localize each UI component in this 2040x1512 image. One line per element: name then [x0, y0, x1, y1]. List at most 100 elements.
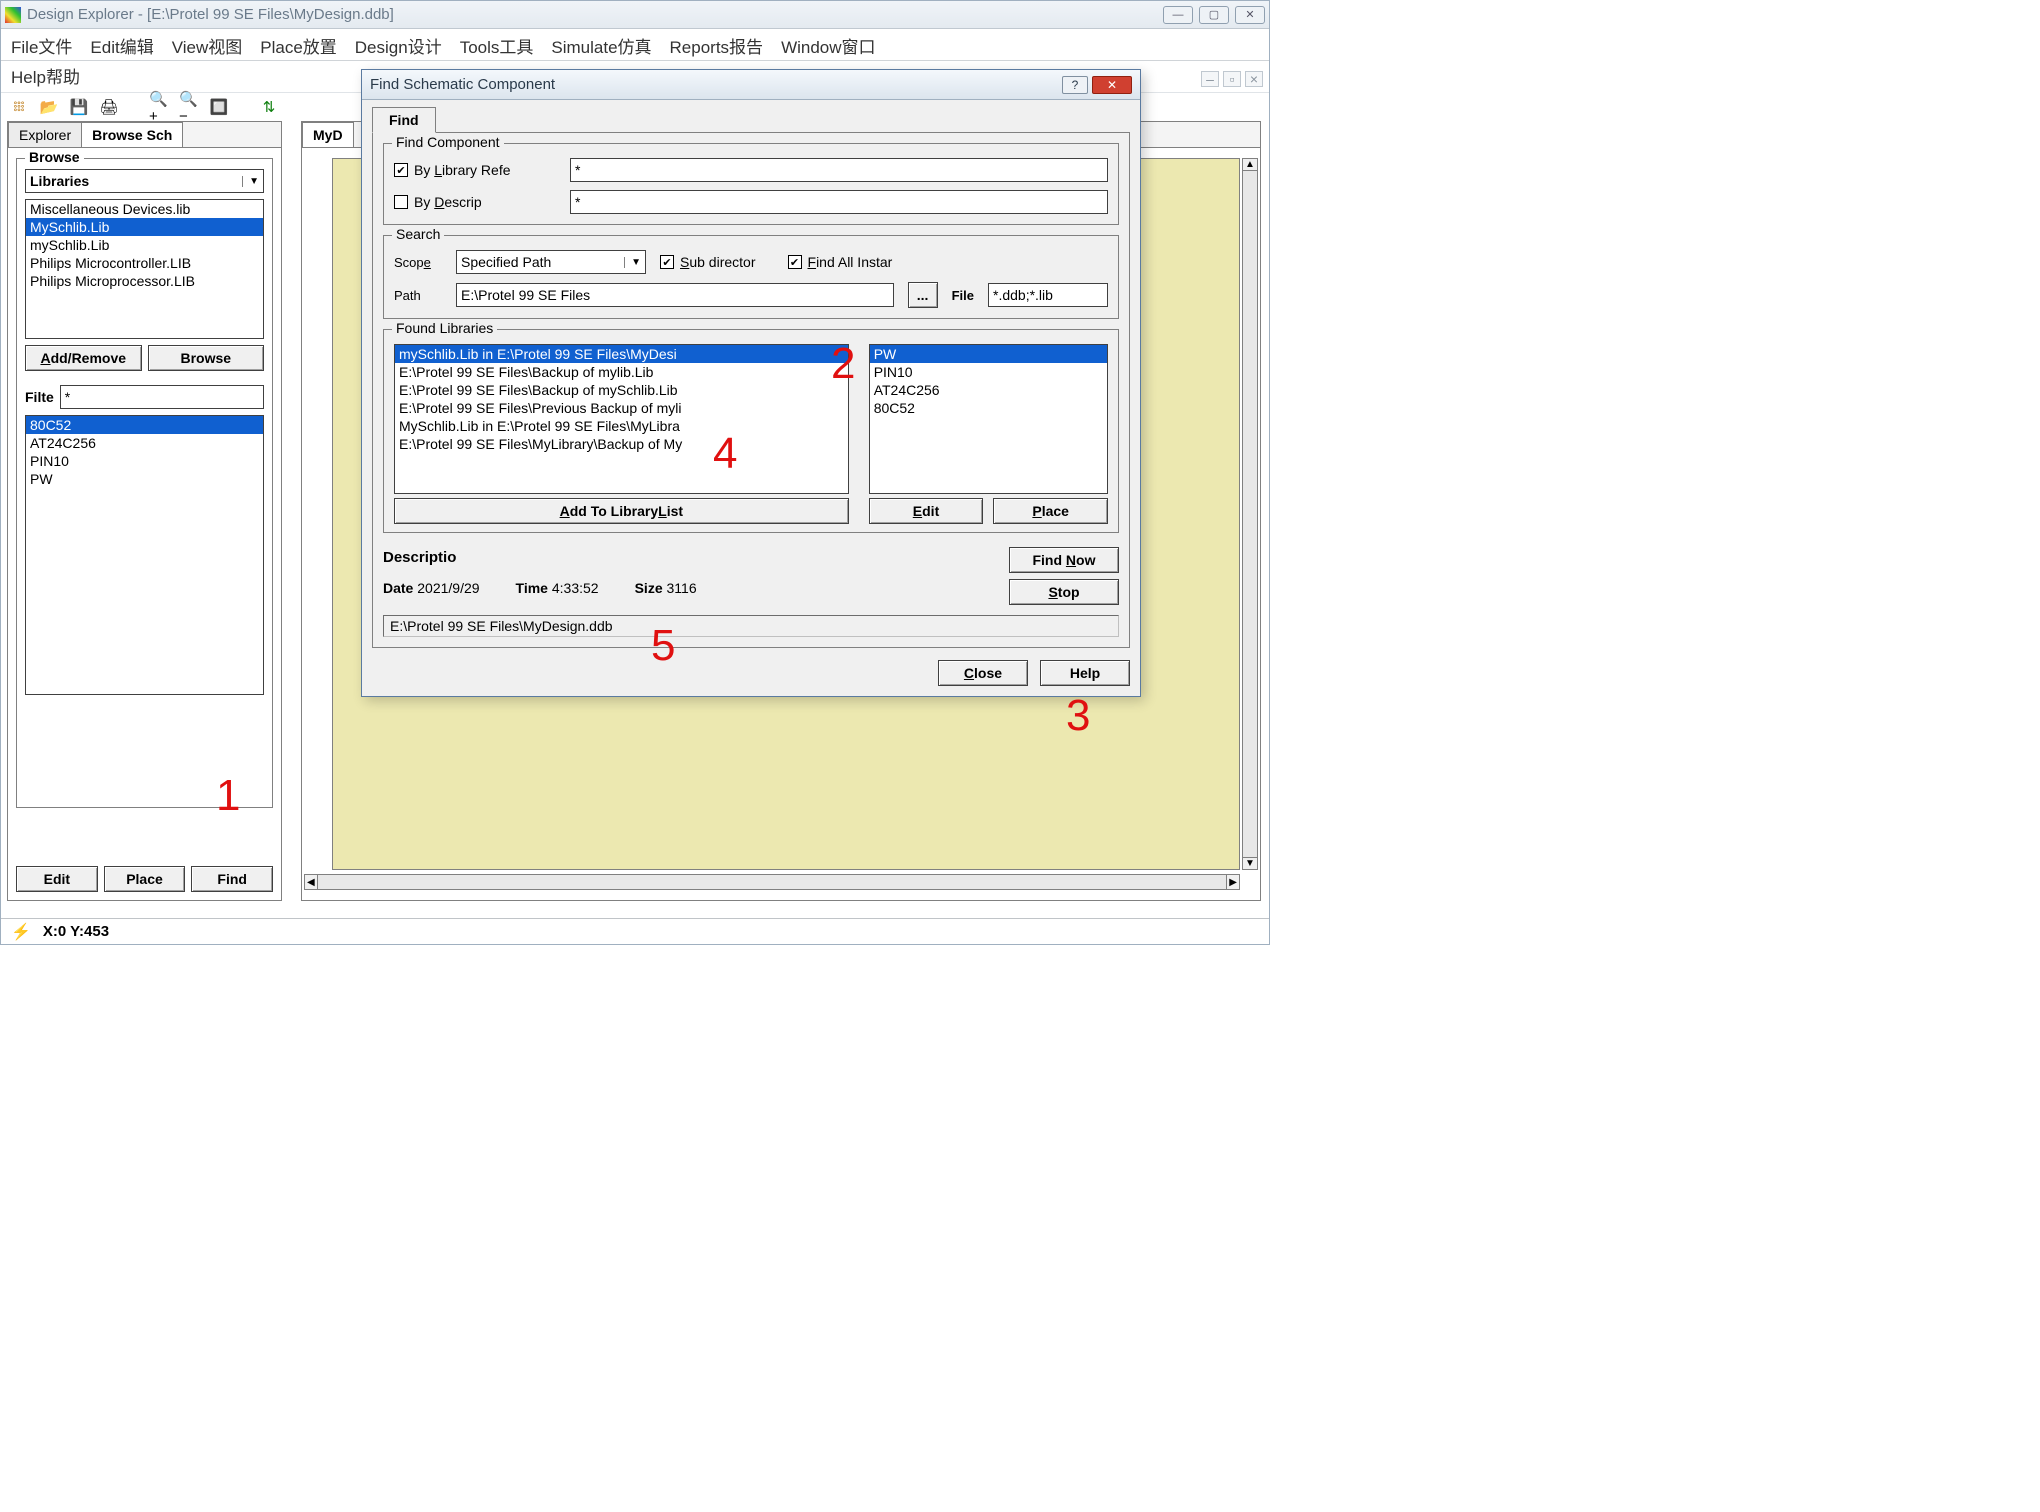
vertical-scrollbar[interactable]	[1242, 158, 1258, 870]
mdi-close-button[interactable]: ×	[1245, 71, 1263, 87]
dialog-status-line: E:\Protel 99 SE Files\MyDesign.ddb	[383, 615, 1119, 637]
sub-dir-checkbox[interactable]	[660, 255, 674, 269]
list-item[interactable]: Philips Microprocessor.LIB	[26, 272, 263, 290]
list-item[interactable]: E:\Protel 99 SE Files\MyLibrary\Backup o…	[395, 435, 848, 453]
save-icon[interactable]: 💾	[69, 97, 89, 117]
find-now-button[interactable]: Find Now	[1009, 547, 1119, 573]
scope-select[interactable]: Specified Path ▼	[456, 250, 646, 274]
titlebar: Design Explorer - [E:\Protel 99 SE Files…	[1, 1, 1269, 29]
list-item[interactable]: mySchlib.Lib	[26, 236, 263, 254]
list-item[interactable]: PW	[870, 345, 1107, 363]
add-to-library-list-button[interactable]: Add To Library List	[394, 498, 849, 524]
close-button[interactable]: ✕	[1235, 6, 1265, 24]
list-item[interactable]: 80C52	[26, 416, 263, 434]
filter-label: Filte	[25, 389, 54, 405]
menu-help[interactable]: Help帮助	[11, 68, 80, 87]
horizontal-scrollbar[interactable]	[304, 874, 1240, 890]
tree-icon[interactable]: 𐄡	[9, 97, 29, 117]
list-item[interactable]: mySchlib.Lib in E:\Protel 99 SE Files\My…	[395, 345, 848, 363]
updown-icon[interactable]: ⇅	[259, 97, 279, 117]
search-legend: Search	[392, 226, 444, 242]
sub-dir-label: Sub director	[680, 254, 756, 270]
mdi-restore-button[interactable]: ▫	[1223, 71, 1241, 87]
menu-edit[interactable]: Edit编辑	[90, 33, 153, 58]
bolt-icon: ⚡	[11, 922, 31, 942]
list-item[interactable]: 80C52	[870, 399, 1107, 417]
list-item[interactable]: AT24C256	[26, 434, 263, 452]
main-window: Design Explorer - [E:\Protel 99 SE Files…	[0, 0, 1270, 945]
list-item[interactable]: PIN10	[26, 452, 263, 470]
browse-button[interactable]: Browse	[148, 345, 265, 371]
menu-file[interactable]: File文件	[11, 33, 72, 58]
menu-view[interactable]: View视图	[172, 33, 243, 58]
doc-tab[interactable]: MyD	[302, 122, 354, 147]
menu-tools[interactable]: Tools工具	[460, 33, 534, 58]
date-value: 2021/9/29	[417, 580, 479, 596]
list-item[interactable]: MySchlib.Lib in E:\Protel 99 SE Files\My…	[395, 417, 848, 435]
time-value: 4:33:52	[552, 580, 599, 596]
open-icon[interactable]: 📂	[39, 97, 59, 117]
by-libref-label: By Library Refe	[414, 162, 511, 178]
dialog-close-button-bottom[interactable]: Close	[938, 660, 1028, 686]
tab-explorer[interactable]: Explorer	[8, 122, 82, 147]
filter-input[interactable]	[60, 385, 264, 409]
scope-value: Specified Path	[461, 254, 551, 270]
stop-button[interactable]: Stop	[1009, 579, 1119, 605]
mdi-child-controls: – ▫ ×	[1201, 71, 1263, 87]
tab-browse-sch[interactable]: Browse Sch	[81, 122, 183, 147]
menu-window[interactable]: Window窗口	[781, 33, 875, 58]
edit-button[interactable]: Edit	[16, 866, 98, 892]
list-item[interactable]: Philips Microcontroller.LIB	[26, 254, 263, 272]
dialog-close-button[interactable]: ✕	[1092, 76, 1132, 94]
found-edit-button[interactable]: Edit	[869, 498, 984, 524]
list-item[interactable]: Miscellaneous Devices.lib	[26, 200, 263, 218]
list-item[interactable]: AT24C256	[870, 381, 1107, 399]
mdi-minimize-button[interactable]: –	[1201, 71, 1219, 87]
zoom-out-icon[interactable]: 🔍−	[179, 97, 199, 117]
find-button[interactable]: Find	[191, 866, 273, 892]
print-icon[interactable]: 🖨	[99, 97, 119, 117]
list-item[interactable]: E:\Protel 99 SE Files\Previous Backup of…	[395, 399, 848, 417]
size-label: Size	[635, 580, 663, 596]
find-component-dialog: Find Schematic Component ? ✕ Find Find C…	[361, 69, 1141, 697]
by-libref-input[interactable]	[570, 158, 1108, 182]
list-item[interactable]: E:\Protel 99 SE Files\Backup of mylib.Li…	[395, 363, 848, 381]
add-remove-button[interactable]: Add/Remove	[25, 345, 142, 371]
list-item[interactable]: MySchlib.Lib	[26, 218, 263, 236]
menu-place[interactable]: Place放置	[260, 33, 337, 58]
list-item[interactable]: PW	[26, 470, 263, 488]
path-browse-button[interactable]: ...	[908, 282, 938, 308]
dialog-title: Find Schematic Component	[370, 76, 1058, 93]
size-value: 3116	[667, 580, 697, 596]
app-logo	[5, 7, 21, 23]
dialog-help-button-bottom[interactable]: Help	[1040, 660, 1130, 686]
found-libraries-list[interactable]: mySchlib.Lib in E:\Protel 99 SE Files\My…	[394, 344, 849, 494]
found-components-list[interactable]: PW PIN10 AT24C256 80C52	[869, 344, 1108, 494]
dialog-help-button[interactable]: ?	[1062, 76, 1088, 94]
dialog-tab-find[interactable]: Find	[372, 107, 436, 133]
components-list[interactable]: 80C52 AT24C256 PIN10 PW	[25, 415, 264, 695]
by-libref-checkbox[interactable]	[394, 163, 408, 177]
path-input[interactable]	[456, 283, 894, 307]
by-descrip-label: By Descrip	[414, 194, 482, 210]
menu-simulate[interactable]: Simulate仿真	[551, 33, 651, 58]
zoom-fit-icon[interactable]: 🔲	[209, 97, 229, 117]
minimize-button[interactable]: —	[1163, 6, 1193, 24]
menubar: File文件 Edit编辑 View视图 Place放置 Design设计 To…	[1, 29, 1269, 61]
by-descrip-input[interactable]	[570, 190, 1108, 214]
list-item[interactable]: PIN10	[870, 363, 1107, 381]
zoom-in-icon[interactable]: 🔍+	[149, 97, 169, 117]
menu-design[interactable]: Design设计	[355, 33, 442, 58]
libraries-select[interactable]: Libraries ▼	[25, 169, 264, 193]
by-descrip-checkbox[interactable]	[394, 195, 408, 209]
coords-label: X:0 Y:453	[43, 923, 109, 940]
find-all-checkbox[interactable]	[788, 255, 802, 269]
explorer-panel: Explorer Browse Sch Browse Libraries ▼ M…	[7, 121, 282, 901]
place-button[interactable]: Place	[104, 866, 186, 892]
libraries-list[interactable]: Miscellaneous Devices.lib MySchlib.Lib m…	[25, 199, 264, 339]
list-item[interactable]: E:\Protel 99 SE Files\Backup of mySchlib…	[395, 381, 848, 399]
maximize-button[interactable]: ▢	[1199, 6, 1229, 24]
menu-reports[interactable]: Reports报告	[670, 33, 764, 58]
found-place-button[interactable]: Place	[993, 498, 1108, 524]
file-input[interactable]	[988, 283, 1108, 307]
